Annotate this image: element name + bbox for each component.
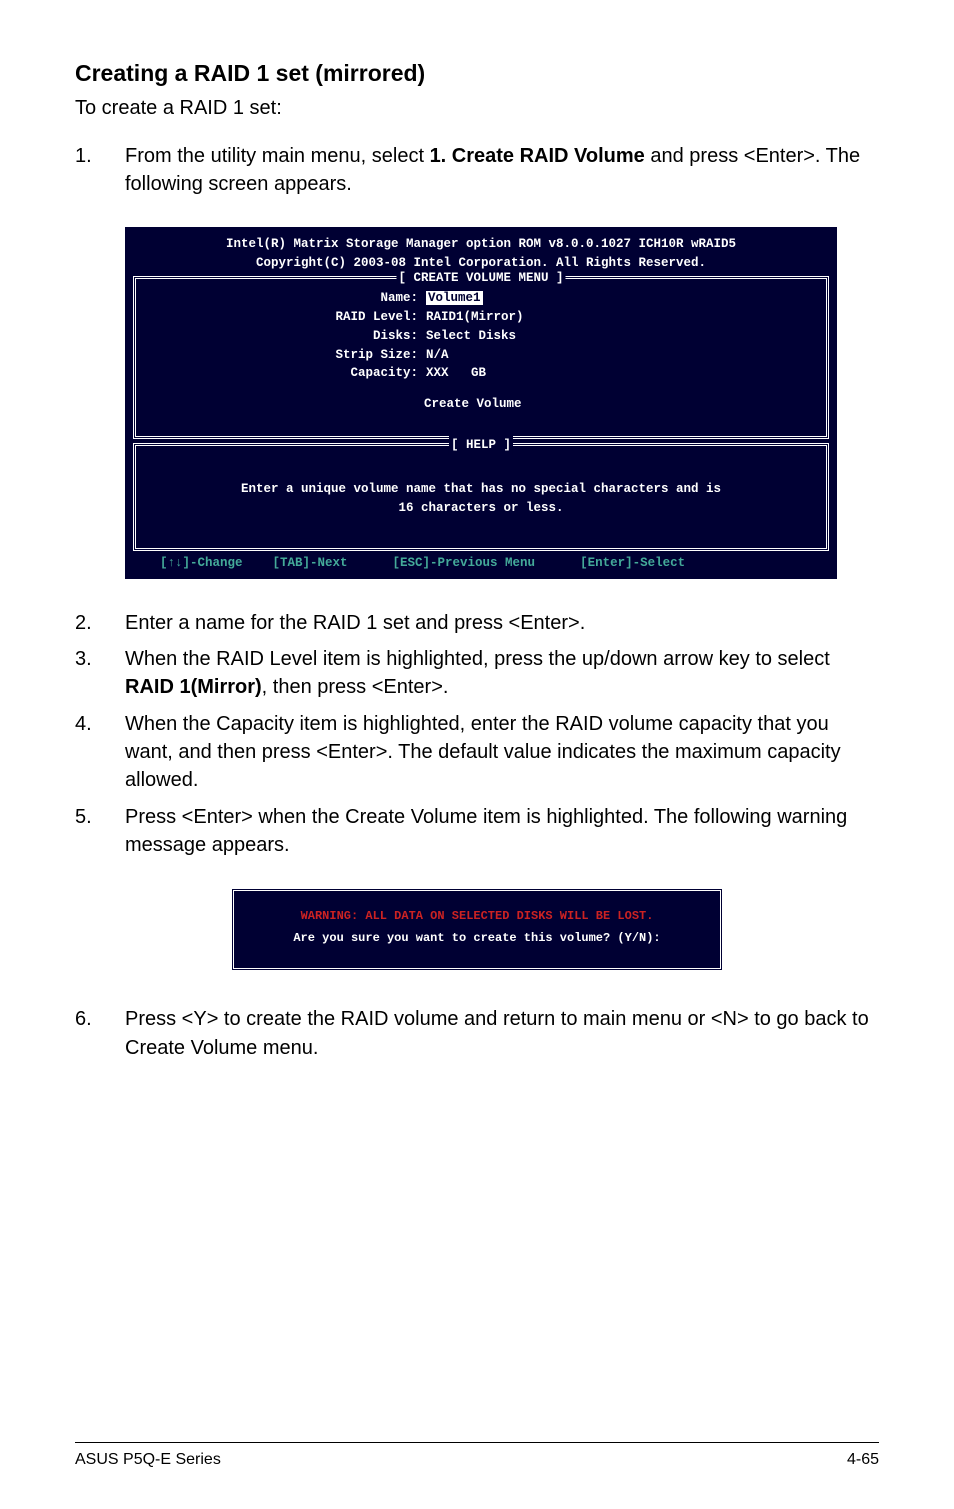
- step-list-1: 1. From the utility main menu, select 1.…: [75, 142, 879, 199]
- field-capacity-row: Capacity: XXX GB: [136, 364, 826, 383]
- step-5: 5. Press <Enter> when the Create Volume …: [75, 803, 879, 860]
- help-box-label: [ HELP ]: [449, 436, 513, 455]
- warning-text-red: WARNING: ALL DATA ON SELECTED DISKS WILL…: [234, 905, 720, 928]
- bold-label: RAID 1(Mirror): [125, 676, 262, 698]
- field-strip-size-row: Strip Size: N/A: [136, 346, 826, 365]
- field-label: Disks:: [146, 327, 426, 346]
- bold-label: 1. Create RAID Volume: [430, 145, 645, 167]
- field-value: Select Disks: [426, 327, 516, 346]
- step-text: When the Capacity item is highlighted, e…: [125, 710, 879, 795]
- field-value: N/A: [426, 346, 449, 365]
- text-fragment: From the utility main menu, select: [125, 145, 430, 167]
- bios-title-line-1: Intel(R) Matrix Storage Manager option R…: [127, 235, 835, 254]
- step-number: 1.: [75, 142, 125, 199]
- field-label: Strip Size:: [146, 346, 426, 365]
- step-text: Press <Y> to create the RAID volume and …: [125, 1005, 879, 1062]
- page-footer: ASUS P5Q-E Series 4-65: [75, 1442, 879, 1469]
- field-value: XXX GB: [426, 364, 486, 383]
- field-value: Volume1: [426, 289, 483, 308]
- step-text: From the utility main menu, select 1. Cr…: [125, 142, 879, 199]
- step-text: Press <Enter> when the Create Volume ite…: [125, 803, 879, 860]
- step-4: 4. When the Capacity item is highlighted…: [75, 710, 879, 795]
- field-raid-level-row: RAID Level: RAID1(Mirror): [136, 308, 826, 327]
- bios-key-hints: [↑↓]-Change [TAB]-Next [ESC]-Previous Me…: [127, 551, 835, 577]
- step-list-3: 6. Press <Y> to create the RAID volume a…: [75, 1005, 879, 1062]
- step-text: Enter a name for the RAID 1 set and pres…: [125, 609, 879, 637]
- help-text-line-1: Enter a unique volume name that has no s…: [136, 480, 826, 499]
- warning-dialog: WARNING: ALL DATA ON SELECTED DISKS WILL…: [231, 888, 723, 972]
- text-fragment: , then press <Enter>.: [262, 676, 449, 698]
- field-value: RAID1(Mirror): [426, 308, 524, 327]
- step-number: 2.: [75, 609, 125, 637]
- step-list-2: 2. Enter a name for the RAID 1 set and p…: [75, 609, 879, 860]
- create-volume-action[interactable]: Create Volume: [136, 395, 826, 414]
- field-label: RAID Level:: [146, 308, 426, 327]
- step-number: 3.: [75, 645, 125, 702]
- footer-product: ASUS P5Q-E Series: [75, 1451, 221, 1469]
- text-fragment: When the RAID Level item is highlighted,…: [125, 648, 830, 670]
- field-label: Capacity:: [146, 364, 426, 383]
- warning-prompt: Are you sure you want to create this vol…: [234, 927, 720, 950]
- step-3: 3. When the RAID Level item is highlight…: [75, 645, 879, 702]
- create-volume-menu-label: [ CREATE VOLUME MENU ]: [396, 269, 565, 288]
- step-1: 1. From the utility main menu, select 1.…: [75, 142, 879, 199]
- step-text: When the RAID Level item is highlighted,…: [125, 645, 879, 702]
- help-box: [ HELP ] Enter a unique volume name that…: [133, 443, 829, 551]
- intro-text: To create a RAID 1 set:: [75, 97, 879, 120]
- volume-name-input[interactable]: Volume1: [426, 291, 483, 305]
- section-heading: Creating a RAID 1 set (mirrored): [75, 60, 879, 87]
- create-volume-menu-box: [ CREATE VOLUME MENU ] Name: Volume1 RAI…: [133, 276, 829, 439]
- step-number: 5.: [75, 803, 125, 860]
- step-number: 6.: [75, 1005, 125, 1062]
- help-text-line-2: 16 characters or less.: [136, 499, 826, 518]
- step-number: 4.: [75, 710, 125, 795]
- step-6: 6. Press <Y> to create the RAID volume a…: [75, 1005, 879, 1062]
- step-2: 2. Enter a name for the RAID 1 set and p…: [75, 609, 879, 637]
- field-label: Name:: [146, 289, 426, 308]
- field-disks-row: Disks: Select Disks: [136, 327, 826, 346]
- field-name-row: Name: Volume1: [136, 289, 826, 308]
- bios-screenshot: Intel(R) Matrix Storage Manager option R…: [125, 227, 837, 579]
- footer-page-number: 4-65: [847, 1451, 879, 1469]
